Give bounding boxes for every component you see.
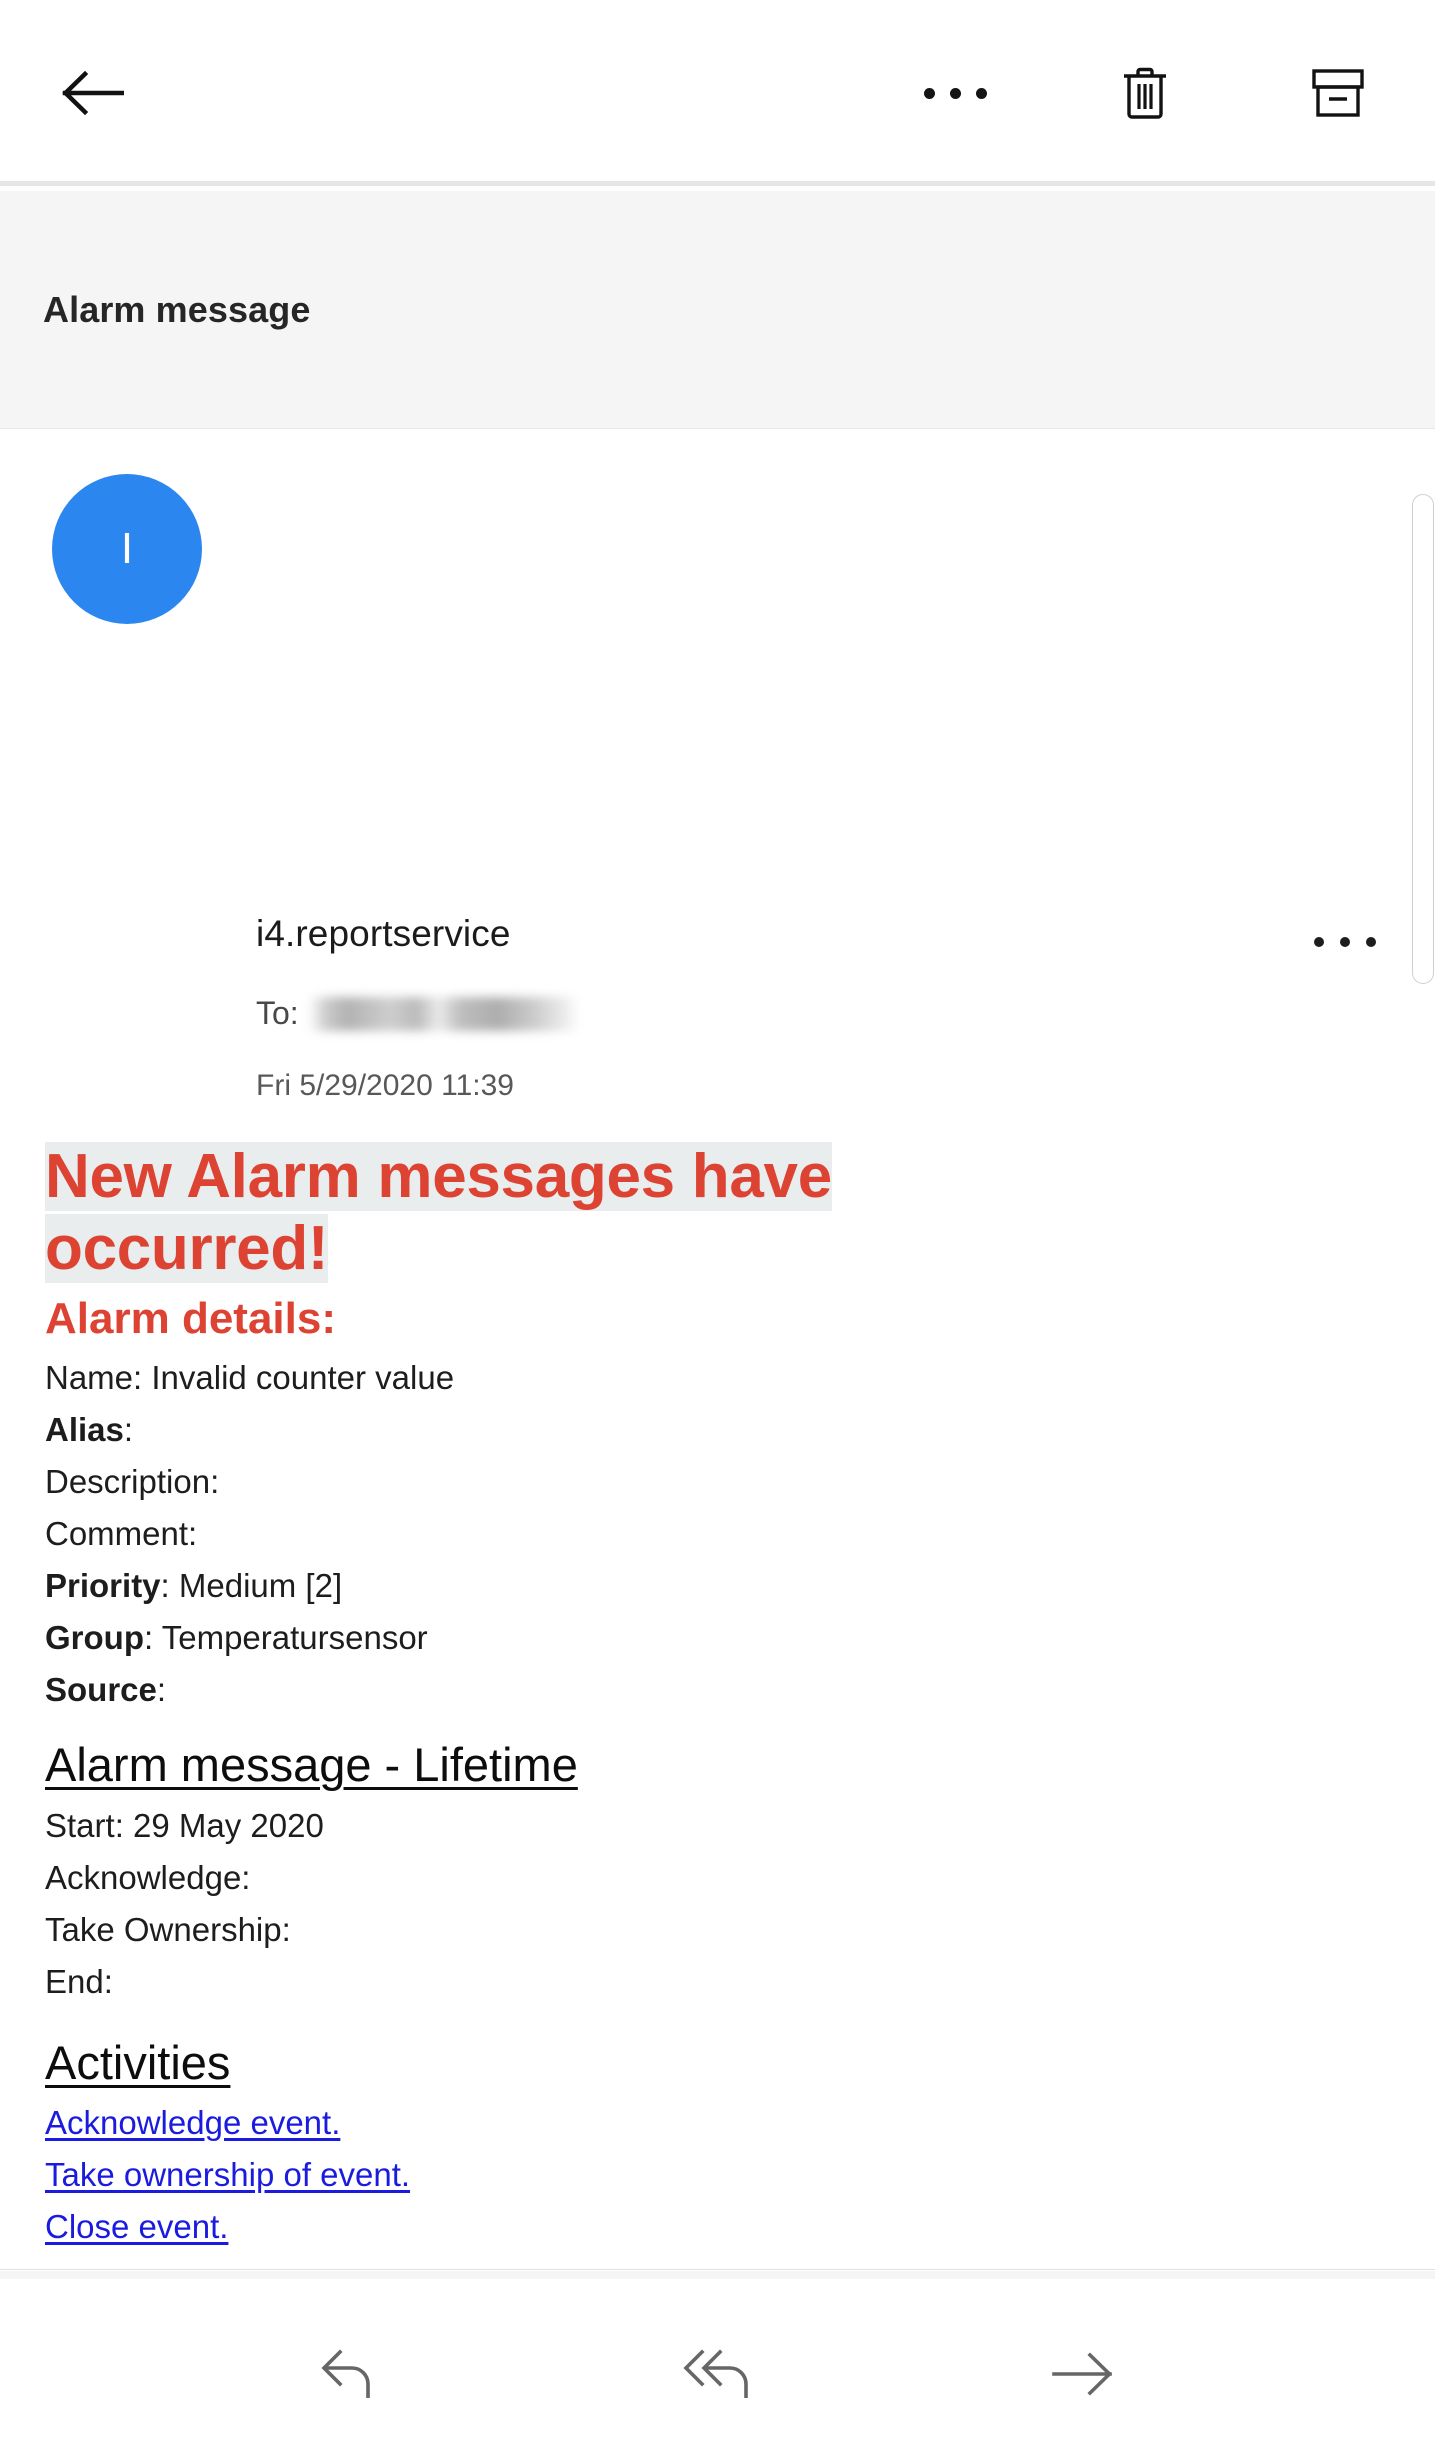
headline-line-2: occurred!: [45, 1213, 329, 1283]
reply-all-button[interactable]: [658, 2319, 778, 2429]
back-arrow-icon: [62, 71, 124, 115]
archive-button[interactable]: [1283, 38, 1393, 148]
forward-button[interactable]: [1023, 2319, 1143, 2429]
reply-button[interactable]: [287, 2319, 407, 2429]
headline-line-1: New Alarm messages have: [45, 1142, 832, 1211]
archive-box-icon: [1312, 69, 1364, 117]
detail-row: Priority: Medium [2]: [45, 1560, 1335, 1612]
activity-link[interactable]: Close event.: [45, 2201, 228, 2253]
lifetime-list: Start: 29 May 2020 Acknowledge: Take Owner…: [45, 1800, 1335, 2008]
detail-label: Group: [45, 1618, 144, 1656]
detail-label: Alias: [45, 1410, 124, 1448]
detail-row: Source:: [45, 1664, 1335, 1716]
lifetime-row: Start: 29 May 2020: [45, 1807, 324, 1845]
reply-icon: [321, 2349, 370, 2398]
more-options-button[interactable]: [900, 38, 1010, 148]
message-card: I i4.reportservice To: Fri 5/29/2020 11:…: [0, 428, 1435, 2270]
forward-arrow-icon: [1052, 2352, 1113, 2396]
lifetime-row: Take Ownership:: [45, 1911, 291, 1949]
alarm-details-heading: Alarm details:: [45, 1293, 336, 1343]
detail-value: :: [123, 1410, 134, 1448]
activity-link[interactable]: Acknowledge event.: [45, 2097, 340, 2149]
detail-row: Alias:: [45, 1404, 1335, 1456]
subject-band: Alarm message: [0, 191, 1435, 428]
top-toolbar: [0, 0, 1435, 186]
detail-label: Source: [45, 1670, 157, 1708]
detail-value: :: [156, 1670, 167, 1708]
activities-link-list: Acknowledge event. Take ownership of even…: [45, 2097, 1335, 2253]
activities-heading: Activities: [45, 2036, 231, 2090]
recipient-redacted: [308, 996, 579, 1031]
message-options-button[interactable]: [1310, 922, 1380, 962]
separator-line: ----------------------------------------…: [45, 2269, 875, 2270]
detail-row: Description:: [45, 1456, 1335, 1508]
detail-label: Description: [45, 1462, 211, 1500]
reply-all-icon: [683, 2349, 748, 2398]
message-timestamp: Fri 5/29/2020 11:39: [256, 1069, 514, 1102]
toolbar-divider: [0, 2271, 1435, 2279]
trash-icon: [1124, 67, 1166, 119]
bottom-toolbar: [0, 2271, 1435, 2460]
alarm-headline: New Alarm messages have occurred!: [45, 1141, 1335, 1285]
lifetime-heading: Alarm message - Lifetime: [45, 1737, 578, 1791]
message-body: New Alarm messages have occurred! Alarm d…: [45, 1141, 1335, 2270]
ellipsis-icon: [923, 87, 987, 99]
ellipsis-icon: [1314, 937, 1376, 947]
detail-value: : Temperatursensor: [143, 1618, 428, 1656]
detail-row: Group: Temperatursensor: [45, 1612, 1335, 1664]
detail-value: : Medium [2]: [160, 1566, 343, 1604]
detail-row: Name: Invalid counter value: [45, 1352, 1335, 1404]
avatar-initial: I: [120, 524, 134, 573]
activity-link[interactable]: Take ownership of event.: [45, 2149, 410, 2201]
to-label: To:: [256, 995, 299, 1031]
detail-label: Priority: [45, 1566, 161, 1604]
detail-value: : Invalid counter value: [133, 1358, 455, 1396]
scrollbar-thumb[interactable]: [1412, 494, 1434, 984]
alarm-details-list: Name: Invalid counter value Alias: Descrip…: [45, 1352, 1335, 1716]
page-title: Alarm message: [43, 288, 311, 330]
lifetime-row: End:: [45, 1963, 113, 2001]
detail-row: Comment:: [45, 1508, 1335, 1560]
detail-value: :: [188, 1514, 198, 1552]
scrollbar-track[interactable]: [1411, 428, 1435, 2270]
avatar: I: [52, 474, 202, 624]
detail-label: Comment: [45, 1514, 189, 1552]
sender-name[interactable]: i4.reportservice: [256, 913, 511, 955]
detail-label: Name: [45, 1358, 134, 1396]
delete-button[interactable]: [1090, 38, 1200, 148]
lifetime-row: Acknowledge:: [45, 1859, 251, 1897]
recipient-row: To:: [256, 995, 579, 1032]
detail-value: :: [210, 1462, 220, 1500]
back-button[interactable]: [38, 38, 148, 148]
